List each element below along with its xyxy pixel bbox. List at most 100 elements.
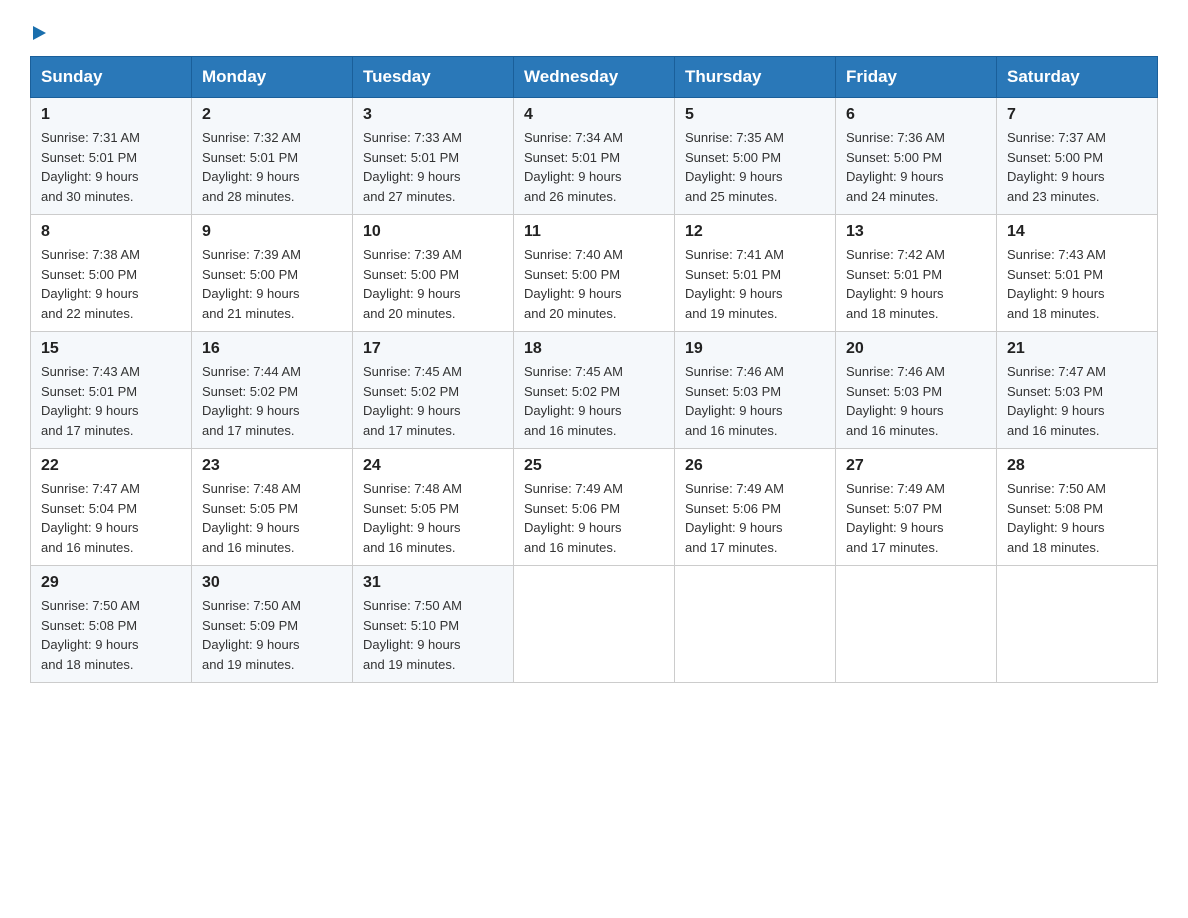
day-number: 4	[524, 106, 664, 124]
calendar-cell: 2 Sunrise: 7:32 AMSunset: 5:01 PMDaylight…	[192, 98, 353, 215]
header-sunday: Sunday	[31, 57, 192, 98]
logo	[30, 20, 46, 36]
header-friday: Friday	[836, 57, 997, 98]
day-number: 14	[1007, 223, 1147, 241]
calendar-cell: 19Sunrise: 7:46 AMSunset: 5:03 PMDayligh…	[675, 332, 836, 449]
calendar-cell: 22 Sunrise: 7:47 AMSunset: 5:04 PMDayligh…	[31, 449, 192, 566]
day-info: Sunrise: 7:48 AMSunset: 5:05 PMDaylight:…	[363, 479, 503, 557]
day-number: 31	[363, 574, 503, 592]
day-info: Sunrise: 7:35 AMSunset: 5:00 PMDaylight:…	[685, 128, 825, 206]
day-info: Sunrise: 7:34 AMSunset: 5:01 PMDaylight:…	[524, 128, 664, 206]
calendar-cell: 12Sunrise: 7:41 AMSunset: 5:01 PMDayligh…	[675, 215, 836, 332]
week-row-5: 29 Sunrise: 7:50 AMSunset: 5:08 PMDayligh…	[31, 566, 1158, 683]
day-info: Sunrise: 7:50 AMSunset: 5:09 PMDaylight:…	[202, 596, 342, 674]
page-header	[30, 20, 1158, 36]
calendar-cell: 10Sunrise: 7:39 AMSunset: 5:00 PMDayligh…	[353, 215, 514, 332]
logo-triangle-icon	[33, 26, 46, 40]
calendar-cell: 18 Sunrise: 7:45 AMSunset: 5:02 PMDayligh…	[514, 332, 675, 449]
day-number: 7	[1007, 106, 1147, 124]
day-info: Sunrise: 7:32 AMSunset: 5:01 PMDaylight:…	[202, 128, 342, 206]
day-info: Sunrise: 7:49 AMSunset: 5:07 PMDaylight:…	[846, 479, 986, 557]
calendar-cell: 4 Sunrise: 7:34 AMSunset: 5:01 PMDaylight…	[514, 98, 675, 215]
day-info: Sunrise: 7:50 AMSunset: 5:08 PMDaylight:…	[1007, 479, 1147, 557]
day-number: 6	[846, 106, 986, 124]
header-thursday: Thursday	[675, 57, 836, 98]
day-number: 3	[363, 106, 503, 124]
day-number: 29	[41, 574, 181, 592]
day-number: 26	[685, 457, 825, 475]
day-number: 23	[202, 457, 342, 475]
day-number: 22	[41, 457, 181, 475]
calendar-table: SundayMondayTuesdayWednesdayThursdayFrid…	[30, 56, 1158, 683]
day-info: Sunrise: 7:33 AMSunset: 5:01 PMDaylight:…	[363, 128, 503, 206]
day-number: 2	[202, 106, 342, 124]
week-row-1: 1Sunrise: 7:31 AMSunset: 5:01 PMDaylight…	[31, 98, 1158, 215]
day-number: 20	[846, 340, 986, 358]
week-row-2: 8 Sunrise: 7:38 AMSunset: 5:00 PMDaylight…	[31, 215, 1158, 332]
calendar-cell	[997, 566, 1158, 683]
day-info: Sunrise: 7:43 AMSunset: 5:01 PMDaylight:…	[41, 362, 181, 440]
header-wednesday: Wednesday	[514, 57, 675, 98]
calendar-cell: 25 Sunrise: 7:49 AMSunset: 5:06 PMDayligh…	[514, 449, 675, 566]
day-number: 30	[202, 574, 342, 592]
day-info: Sunrise: 7:42 AMSunset: 5:01 PMDaylight:…	[846, 245, 986, 323]
calendar-cell: 31Sunrise: 7:50 AMSunset: 5:10 PMDayligh…	[353, 566, 514, 683]
calendar-header-row: SundayMondayTuesdayWednesdayThursdayFrid…	[31, 57, 1158, 98]
calendar-cell: 17Sunrise: 7:45 AMSunset: 5:02 PMDayligh…	[353, 332, 514, 449]
day-info: Sunrise: 7:36 AMSunset: 5:00 PMDaylight:…	[846, 128, 986, 206]
calendar-cell: 6 Sunrise: 7:36 AMSunset: 5:00 PMDaylight…	[836, 98, 997, 215]
calendar-cell: 14 Sunrise: 7:43 AMSunset: 5:01 PMDayligh…	[997, 215, 1158, 332]
calendar-cell: 23 Sunrise: 7:48 AMSunset: 5:05 PMDayligh…	[192, 449, 353, 566]
day-number: 24	[363, 457, 503, 475]
day-number: 11	[524, 223, 664, 241]
day-info: Sunrise: 7:50 AMSunset: 5:08 PMDaylight:…	[41, 596, 181, 674]
day-info: Sunrise: 7:46 AMSunset: 5:03 PMDaylight:…	[685, 362, 825, 440]
day-number: 18	[524, 340, 664, 358]
calendar-cell: 20 Sunrise: 7:46 AMSunset: 5:03 PMDayligh…	[836, 332, 997, 449]
day-number: 8	[41, 223, 181, 241]
day-info: Sunrise: 7:39 AMSunset: 5:00 PMDaylight:…	[202, 245, 342, 323]
day-info: Sunrise: 7:49 AMSunset: 5:06 PMDaylight:…	[524, 479, 664, 557]
day-info: Sunrise: 7:40 AMSunset: 5:00 PMDaylight:…	[524, 245, 664, 323]
header-tuesday: Tuesday	[353, 57, 514, 98]
day-info: Sunrise: 7:38 AMSunset: 5:00 PMDaylight:…	[41, 245, 181, 323]
day-info: Sunrise: 7:49 AMSunset: 5:06 PMDaylight:…	[685, 479, 825, 557]
day-number: 16	[202, 340, 342, 358]
day-info: Sunrise: 7:48 AMSunset: 5:05 PMDaylight:…	[202, 479, 342, 557]
calendar-cell: 5Sunrise: 7:35 AMSunset: 5:00 PMDaylight…	[675, 98, 836, 215]
day-info: Sunrise: 7:46 AMSunset: 5:03 PMDaylight:…	[846, 362, 986, 440]
calendar-cell: 28 Sunrise: 7:50 AMSunset: 5:08 PMDayligh…	[997, 449, 1158, 566]
day-info: Sunrise: 7:45 AMSunset: 5:02 PMDaylight:…	[363, 362, 503, 440]
calendar-cell: 11 Sunrise: 7:40 AMSunset: 5:00 PMDayligh…	[514, 215, 675, 332]
day-info: Sunrise: 7:43 AMSunset: 5:01 PMDaylight:…	[1007, 245, 1147, 323]
day-number: 15	[41, 340, 181, 358]
calendar-cell: 24 Sunrise: 7:48 AMSunset: 5:05 PMDayligh…	[353, 449, 514, 566]
calendar-cell: 13 Sunrise: 7:42 AMSunset: 5:01 PMDayligh…	[836, 215, 997, 332]
calendar-cell: 27 Sunrise: 7:49 AMSunset: 5:07 PMDayligh…	[836, 449, 997, 566]
week-row-4: 22 Sunrise: 7:47 AMSunset: 5:04 PMDayligh…	[31, 449, 1158, 566]
day-info: Sunrise: 7:39 AMSunset: 5:00 PMDaylight:…	[363, 245, 503, 323]
day-info: Sunrise: 7:47 AMSunset: 5:03 PMDaylight:…	[1007, 362, 1147, 440]
day-number: 28	[1007, 457, 1147, 475]
calendar-cell: 3 Sunrise: 7:33 AMSunset: 5:01 PMDaylight…	[353, 98, 514, 215]
calendar-cell: 15 Sunrise: 7:43 AMSunset: 5:01 PMDayligh…	[31, 332, 192, 449]
day-number: 9	[202, 223, 342, 241]
day-info: Sunrise: 7:44 AMSunset: 5:02 PMDaylight:…	[202, 362, 342, 440]
day-info: Sunrise: 7:31 AMSunset: 5:01 PMDaylight:…	[41, 128, 181, 206]
calendar-cell	[514, 566, 675, 683]
header-saturday: Saturday	[997, 57, 1158, 98]
calendar-cell	[675, 566, 836, 683]
calendar-cell: 9 Sunrise: 7:39 AMSunset: 5:00 PMDaylight…	[192, 215, 353, 332]
calendar-cell	[836, 566, 997, 683]
calendar-cell: 26 Sunrise: 7:49 AMSunset: 5:06 PMDayligh…	[675, 449, 836, 566]
calendar-cell: 16 Sunrise: 7:44 AMSunset: 5:02 PMDayligh…	[192, 332, 353, 449]
day-number: 12	[685, 223, 825, 241]
day-number: 25	[524, 457, 664, 475]
day-info: Sunrise: 7:47 AMSunset: 5:04 PMDaylight:…	[41, 479, 181, 557]
day-number: 13	[846, 223, 986, 241]
day-info: Sunrise: 7:45 AMSunset: 5:02 PMDaylight:…	[524, 362, 664, 440]
calendar-cell: 29 Sunrise: 7:50 AMSunset: 5:08 PMDayligh…	[31, 566, 192, 683]
day-number: 21	[1007, 340, 1147, 358]
calendar-cell: 1Sunrise: 7:31 AMSunset: 5:01 PMDaylight…	[31, 98, 192, 215]
day-number: 27	[846, 457, 986, 475]
